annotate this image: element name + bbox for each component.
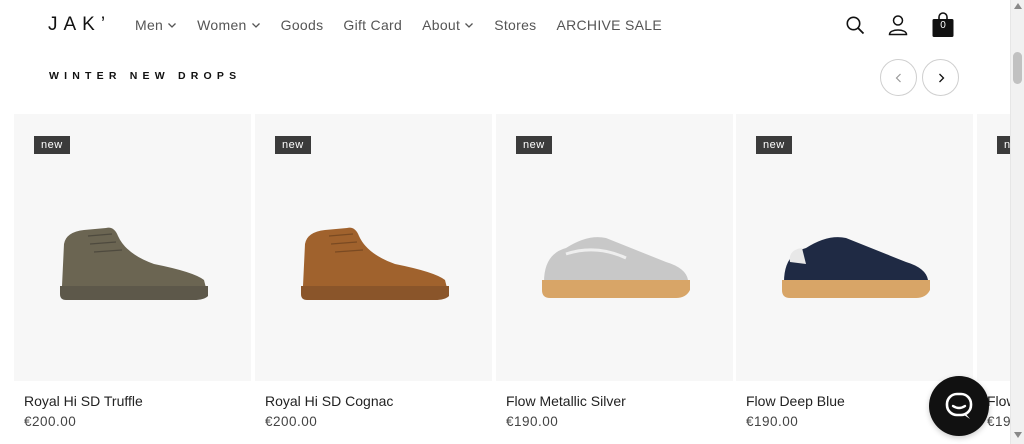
scroll-down-arrow[interactable] [1014, 432, 1022, 438]
user-icon [888, 15, 908, 36]
page-scrollbar[interactable] [1010, 0, 1024, 444]
product-image[interactable]: new [255, 114, 492, 381]
product-image[interactable]: n [977, 114, 1010, 381]
section-title: WINTER NEW DROPS [49, 70, 242, 82]
product-card[interactable]: new Flow Metallic Silver €190.00 [496, 114, 733, 444]
account-button[interactable] [887, 12, 909, 38]
chevron-right-icon [938, 73, 944, 82]
nav-item-goods[interactable]: Goods [281, 17, 324, 33]
new-badge: new [756, 136, 792, 154]
product-image[interactable]: new [736, 114, 973, 381]
new-badge: new [34, 136, 70, 154]
nav-item-label: Men [135, 17, 164, 33]
nav-item-about[interactable]: About [422, 17, 474, 33]
search-icon [846, 16, 865, 35]
search-button[interactable] [844, 12, 866, 38]
high-top-sneaker-image [301, 227, 449, 300]
nav-item-label: ARCHIVE SALE [556, 17, 662, 33]
chat-bubble-icon [945, 392, 973, 419]
product-image[interactable]: new [14, 114, 251, 381]
nav-item-label: Goods [280, 17, 324, 33]
product-name[interactable]: Flow Deep Blue [746, 393, 845, 409]
low-top-sneaker-image [542, 237, 690, 298]
cart-button[interactable]: 0 [931, 12, 955, 38]
nav-item-label: Women [197, 17, 247, 33]
chevron-left-icon [895, 73, 901, 82]
product-image[interactable]: new [496, 114, 733, 381]
product-name[interactable]: Flow [987, 393, 1010, 409]
chat-button[interactable] [929, 376, 989, 436]
product-price: €200.00 [265, 414, 318, 429]
new-badge: n [997, 136, 1010, 154]
product-name[interactable]: Flow Metallic Silver [506, 393, 626, 409]
nav-item-gift-card[interactable]: Gift Card [343, 17, 402, 33]
carousel-next-button[interactable] [922, 59, 959, 96]
nav-item-label: About [422, 17, 461, 33]
carousel-prev-button[interactable] [880, 59, 917, 96]
product-price: €19 [987, 414, 1010, 429]
nav-item-label: Gift Card [343, 17, 403, 33]
chevron-down-icon [464, 20, 474, 30]
product-card[interactable]: new Royal Hi SD Cognac €200.00 [255, 114, 492, 444]
nav-item-archive-sale[interactable]: ARCHIVE SALE [556, 17, 662, 33]
new-badge: new [516, 136, 552, 154]
scroll-up-arrow[interactable] [1014, 3, 1022, 9]
product-price: €190.00 [746, 414, 799, 429]
site-header: JAK’ Men Women Goods Gift Card About Sto… [0, 0, 1010, 52]
product-price: €190.00 [506, 414, 559, 429]
new-badge: new [275, 136, 311, 154]
nav-item-men[interactable]: Men [135, 17, 177, 33]
product-carousel: new Royal Hi SD Truffle €200.00 new Roya… [14, 114, 1010, 444]
product-card[interactable]: new Royal Hi SD Truffle €200.00 [14, 114, 251, 444]
scrollbar-thumb[interactable] [1013, 52, 1022, 84]
nav-item-label: Stores [494, 17, 537, 33]
chevron-down-icon [167, 20, 177, 30]
high-top-sneaker-image [60, 227, 208, 300]
product-name[interactable]: Royal Hi SD Truffle [24, 393, 143, 409]
chevron-down-icon [251, 20, 261, 30]
product-name[interactable]: Royal Hi SD Cognac [265, 393, 393, 409]
main-nav: Men Women Goods Gift Card About Stores A… [135, 17, 682, 33]
product-price: €200.00 [24, 414, 77, 429]
nav-item-stores[interactable]: Stores [494, 17, 536, 33]
low-top-sneaker-image [782, 237, 930, 298]
brand-logo[interactable]: JAK’ [48, 14, 111, 36]
cart-count-badge: 0 [940, 20, 946, 31]
nav-item-women[interactable]: Women [197, 17, 260, 33]
